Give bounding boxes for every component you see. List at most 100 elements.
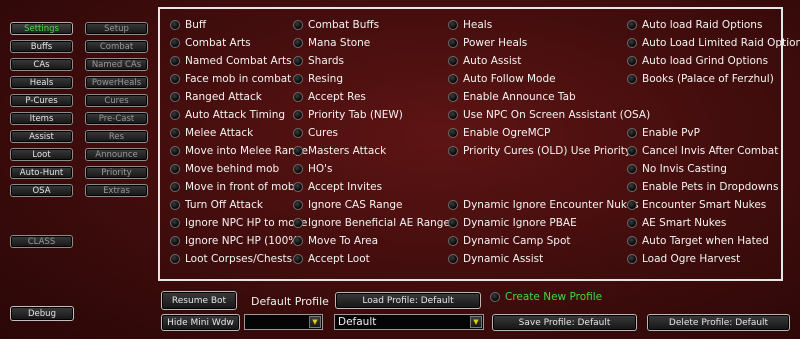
radio-button-icon[interactable] <box>627 236 637 246</box>
tab-combat[interactable]: Combat <box>85 40 148 53</box>
option-enable-pvp[interactable]: Enable PvP <box>627 126 700 140</box>
radio-button-icon[interactable] <box>170 182 180 192</box>
option-named-combat-arts[interactable]: Named Combat Arts <box>170 54 292 68</box>
radio-button-icon[interactable] <box>293 92 303 102</box>
radio-button-icon[interactable] <box>170 74 180 84</box>
profile-select[interactable]: Default ▼ <box>334 314 484 330</box>
radio-button-icon[interactable] <box>627 20 637 30</box>
radio-button-icon[interactable] <box>293 236 303 246</box>
option-ignore-npc-hp-100[interactable]: Ignore NPC HP (100%) <box>170 234 302 248</box>
radio-button-icon[interactable] <box>627 218 637 228</box>
option-auto-follow-mode[interactable]: Auto Follow Mode <box>448 72 556 86</box>
option-priority-cures-old-use-priority[interactable]: Priority Cures (OLD) Use Priority <box>448 144 631 158</box>
option-move-to-area[interactable]: Move To Area <box>293 234 378 248</box>
option-accept-loot[interactable]: Accept Loot <box>293 252 370 266</box>
option-enable-pets-in-dropdowns[interactable]: Enable Pets in Dropdowns <box>627 180 778 194</box>
option-dynamic-camp-spot[interactable]: Dynamic Camp Spot <box>448 234 571 248</box>
load-profile-button[interactable]: Load Profile: Default <box>335 292 481 309</box>
option-auto-assist[interactable]: Auto Assist <box>448 54 521 68</box>
option-power-heals[interactable]: Power Heals <box>448 36 527 50</box>
radio-button-icon[interactable] <box>448 74 458 84</box>
tab-auto-hunt[interactable]: Auto-Hunt <box>10 166 73 179</box>
tab-res[interactable]: Res <box>85 130 148 143</box>
radio-button-icon[interactable] <box>448 254 458 264</box>
tab-heals[interactable]: Heals <box>10 76 73 89</box>
radio-button-icon[interactable] <box>627 128 637 138</box>
tab-extras[interactable]: Extras <box>85 184 148 197</box>
option-encounter-smart-nukes[interactable]: Encounter Smart Nukes <box>627 198 766 212</box>
tab-cures[interactable]: Cures <box>85 94 148 107</box>
option-ignore-cas-range[interactable]: Ignore CAS Range <box>293 198 403 212</box>
radio-button-icon[interactable] <box>170 56 180 66</box>
tab-setup[interactable]: Setup <box>85 22 148 35</box>
radio-button-icon[interactable] <box>293 56 303 66</box>
radio-button-icon[interactable] <box>170 218 180 228</box>
radio-button-icon[interactable] <box>293 200 303 210</box>
radio-button-icon[interactable] <box>170 146 180 156</box>
radio-button-icon[interactable] <box>627 164 637 174</box>
radio-button-icon[interactable] <box>293 20 303 30</box>
option-use-npc-on-screen-assistant-osa[interactable]: Use NPC On Screen Assistant (OSA) <box>448 108 650 122</box>
radio-button-icon[interactable] <box>293 74 303 84</box>
class-button[interactable]: CLASS <box>10 235 73 248</box>
option-accept-invites[interactable]: Accept Invites <box>293 180 382 194</box>
tab-buffs[interactable]: Buffs <box>10 40 73 53</box>
option-combat-buffs[interactable]: Combat Buffs <box>293 18 379 32</box>
profile-dropdown[interactable]: ▼ <box>244 314 323 330</box>
option-ignore-npc-hp-to-move[interactable]: Ignore NPC HP to move <box>170 216 307 230</box>
option-buff[interactable]: Buff <box>170 18 206 32</box>
option-accept-res[interactable]: Accept Res <box>293 90 366 104</box>
option-masters-attack[interactable]: Masters Attack <box>293 144 386 158</box>
radio-button-icon[interactable] <box>448 146 458 156</box>
tab-named-cas[interactable]: Named CAs <box>85 58 148 71</box>
radio-button-icon[interactable] <box>293 110 303 120</box>
dropdown-arrow-icon[interactable]: ▼ <box>309 316 321 328</box>
resume-bot-button[interactable]: Resume Bot <box>161 291 237 310</box>
option-cures[interactable]: Cures <box>293 126 338 140</box>
tab-osa[interactable]: OSA <box>10 184 73 197</box>
tab-powerheals[interactable]: PowerHeals <box>85 76 148 89</box>
tab-assist[interactable]: Assist <box>10 130 73 143</box>
option-face-mob-in-combat[interactable]: Face mob in combat <box>170 72 291 86</box>
save-profile-button[interactable]: Save Profile: Default <box>492 314 637 331</box>
tab-settings[interactable]: Settings <box>10 22 73 35</box>
radio-button-icon[interactable] <box>170 92 180 102</box>
radio-button-icon[interactable] <box>170 38 180 48</box>
tab-items[interactable]: Items <box>10 112 73 125</box>
create-new-profile-radio[interactable] <box>490 292 500 302</box>
radio-button-icon[interactable] <box>448 56 458 66</box>
radio-button-icon[interactable] <box>627 254 637 264</box>
create-new-profile-option[interactable]: Create New Profile <box>490 290 602 304</box>
option-combat-arts[interactable]: Combat Arts <box>170 36 251 50</box>
debug-button[interactable]: Debug <box>10 306 74 321</box>
option-auto-load-raid-options[interactable]: Auto load Raid Options <box>627 18 762 32</box>
radio-button-icon[interactable] <box>293 164 303 174</box>
option-ignore-beneficial-ae-range[interactable]: Ignore Beneficial AE Range <box>293 216 450 230</box>
option-move-behind-mob[interactable]: Move behind mob <box>170 162 279 176</box>
option-resing[interactable]: Resing <box>293 72 343 86</box>
tab-pre-cast[interactable]: Pre-Cast <box>85 112 148 125</box>
radio-button-icon[interactable] <box>627 146 637 156</box>
radio-button-icon[interactable] <box>170 254 180 264</box>
radio-button-icon[interactable] <box>170 164 180 174</box>
radio-button-icon[interactable] <box>448 38 458 48</box>
option-enable-ogremcp[interactable]: Enable OgreMCP <box>448 126 550 140</box>
radio-button-icon[interactable] <box>448 236 458 246</box>
option-priority-tab-new[interactable]: Priority Tab (NEW) <box>293 108 403 122</box>
radio-button-icon[interactable] <box>448 110 458 120</box>
tab-priority[interactable]: Priority <box>85 166 148 179</box>
radio-button-icon[interactable] <box>170 110 180 120</box>
option-books-palace-of-ferzhul[interactable]: Books (Palace of Ferzhul) <box>627 72 774 86</box>
radio-button-icon[interactable] <box>293 128 303 138</box>
option-ho-s[interactable]: HO's <box>293 162 333 176</box>
radio-button-icon[interactable] <box>448 128 458 138</box>
option-cancel-invis-after-combat[interactable]: Cancel Invis After Combat <box>627 144 778 158</box>
option-auto-load-grind-options[interactable]: Auto load Grind Options <box>627 54 768 68</box>
option-turn-off-attack[interactable]: Turn Off Attack <box>170 198 263 212</box>
radio-button-icon[interactable] <box>170 128 180 138</box>
radio-button-icon[interactable] <box>448 218 458 228</box>
radio-button-icon[interactable] <box>293 218 303 228</box>
option-melee-attack[interactable]: Melee Attack <box>170 126 253 140</box>
tab-p-cures[interactable]: P-Cures <box>10 94 73 107</box>
radio-button-icon[interactable] <box>627 200 637 210</box>
